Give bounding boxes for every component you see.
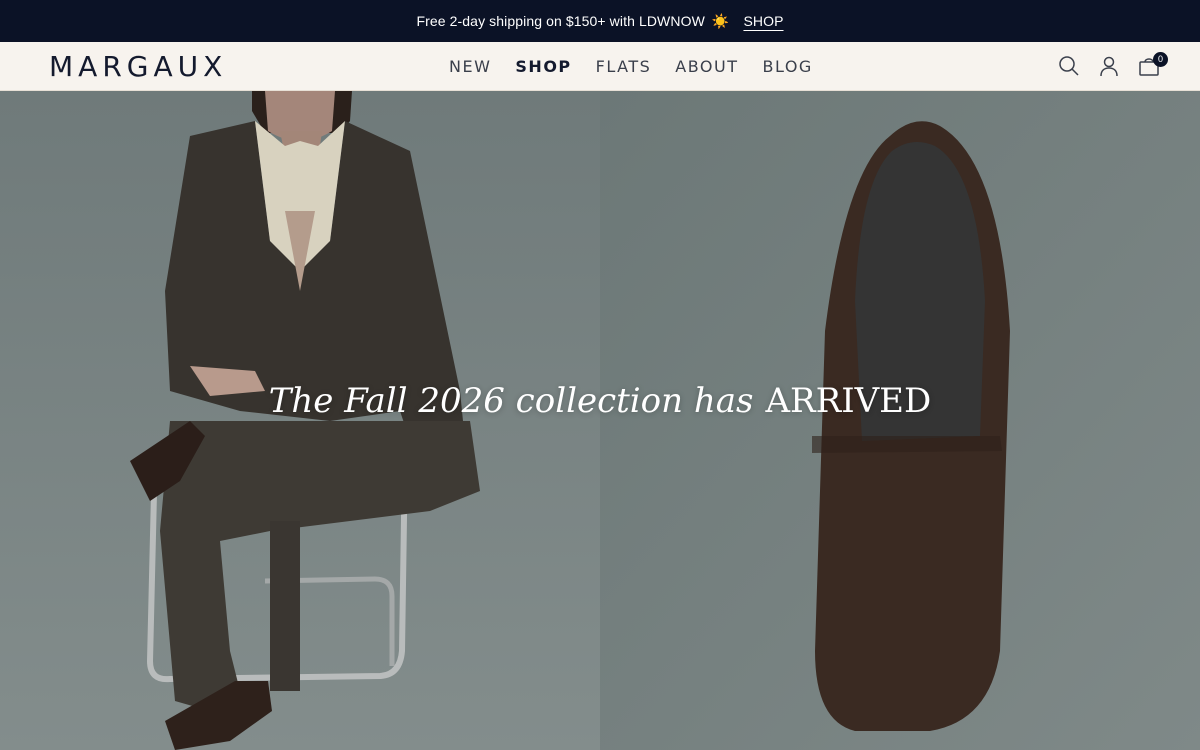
account-icon[interactable] bbox=[1098, 55, 1120, 77]
main-nav: NEW SHOP FLATS ABOUT BLOG bbox=[449, 57, 837, 76]
site-header: MARGAUX NEW SHOP FLATS ABOUT BLOG 0 bbox=[0, 42, 1200, 91]
hero-banner[interactable]: The Fall 2026 collection has ARRIVED bbox=[0, 91, 1200, 750]
announcement-bar: Free 2-day shipping on $150+ with LDWNOW… bbox=[0, 0, 1200, 42]
cart-icon[interactable]: 0 bbox=[1138, 52, 1168, 77]
nav-flats[interactable]: FLATS bbox=[596, 57, 652, 76]
sun-emoji-icon: ☀️ bbox=[711, 12, 730, 29]
hero-headline-italic: The Fall 2026 collection has bbox=[268, 381, 754, 421]
cart-count-badge: 0 bbox=[1153, 52, 1168, 67]
logo[interactable]: MARGAUX bbox=[49, 50, 227, 83]
hero-headline: The Fall 2026 collection has ARRIVED bbox=[0, 381, 1200, 421]
nav-about[interactable]: ABOUT bbox=[675, 57, 738, 76]
search-icon[interactable] bbox=[1058, 55, 1080, 77]
header-icons: 0 bbox=[1040, 52, 1168, 77]
nav-new[interactable]: NEW bbox=[449, 57, 491, 76]
announcement-message: Free 2-day shipping on $150+ with LDWNOW… bbox=[416, 12, 730, 29]
announcement-shop-link[interactable]: SHOP bbox=[743, 13, 783, 29]
nav-shop[interactable]: SHOP bbox=[515, 57, 571, 76]
nav-blog[interactable]: BLOG bbox=[763, 57, 813, 76]
hero-headline-caps: ARRIVED bbox=[765, 381, 932, 421]
